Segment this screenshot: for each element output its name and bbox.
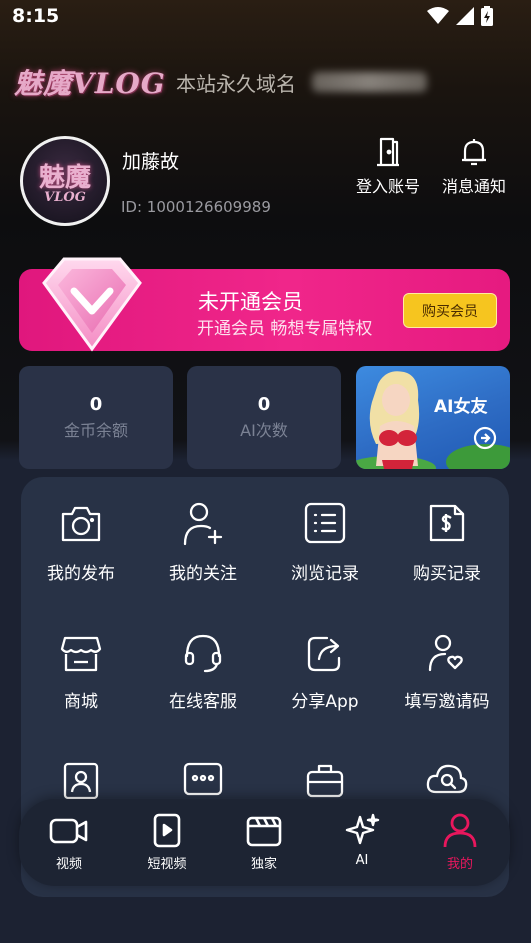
- nav-label: 视频: [55, 857, 82, 872]
- user-id: ID: 1000126609989: [121, 198, 271, 216]
- short-video-icon: [153, 813, 181, 848]
- coin-balance-label: 金币余额: [63, 421, 128, 440]
- coin-balance-value: 0: [89, 394, 103, 415]
- coin-balance-card[interactable]: 0 金币余额: [19, 366, 173, 469]
- domain-value-blurred: [312, 72, 427, 92]
- list-icon: [304, 502, 346, 544]
- avatar-logo-line1: 魅魔: [38, 163, 91, 193]
- share-icon: [307, 636, 341, 672]
- menu-label: 在线客服: [169, 692, 237, 712]
- video-icon: [49, 818, 88, 844]
- menu-label: 我的发布: [47, 564, 115, 584]
- nav-tab-mine[interactable]: 我的: [415, 812, 505, 872]
- status-time: 8:15: [12, 5, 60, 27]
- menu-item-purchases[interactable]: 购买记录: [386, 500, 508, 584]
- menu-item-share-app[interactable]: 分享App: [264, 632, 386, 712]
- camera-icon: [61, 506, 101, 542]
- ai-girlfriend-illustration: [356, 371, 510, 469]
- clapper-icon: [246, 816, 282, 847]
- ai-count-value: 0: [257, 394, 271, 415]
- domain-label: 本站永久域名: [176, 72, 296, 96]
- menu-label: 浏览记录: [291, 564, 359, 584]
- menu-item-store[interactable]: 商城: [20, 632, 142, 712]
- user-heart-icon: [428, 634, 463, 672]
- cloud-search-icon: [426, 764, 468, 794]
- menu-label: 商城: [64, 692, 98, 712]
- vip-subtitle: 开通会员 畅想专属特权: [197, 319, 373, 339]
- notifications-button[interactable]: 消息通知: [434, 136, 514, 197]
- user-icon: [443, 813, 477, 848]
- menu-label: 填写邀请码: [404, 692, 490, 712]
- menu-label: 购买记录: [413, 564, 481, 584]
- buy-vip-button[interactable]: 购买会员: [403, 293, 497, 328]
- ai-girlfriend-card[interactable]: AI女友: [356, 366, 510, 469]
- ai-girlfriend-label: AI女友: [434, 397, 488, 417]
- menu-label: 我的关注: [169, 564, 237, 584]
- signal-icon: [456, 7, 474, 25]
- login-account-label: 登入账号: [355, 177, 420, 196]
- avatar-logo-line2: VLOG: [44, 190, 86, 205]
- nav-label: 独家: [250, 857, 277, 872]
- menu-item-invite-code[interactable]: 填写邀请码: [386, 632, 508, 712]
- headset-icon: [184, 634, 222, 673]
- nav-label: AI: [355, 853, 369, 868]
- vip-title: 未开通会员: [198, 290, 303, 314]
- ai-count-card[interactable]: 0 AI次数: [187, 366, 341, 469]
- nav-tab-exclusive[interactable]: 独家: [219, 812, 309, 872]
- store-icon: [60, 636, 102, 672]
- notifications-label: 消息通知: [441, 177, 506, 196]
- menu-label: 分享App: [291, 692, 359, 712]
- bell-icon: [462, 139, 486, 166]
- door-icon: [377, 137, 399, 167]
- contact-card-icon: [63, 762, 99, 800]
- user-plus-icon: [183, 502, 223, 546]
- vip-diamond-icon: [42, 257, 142, 352]
- login-account-button[interactable]: 登入账号: [348, 136, 428, 197]
- wifi-icon: [427, 7, 449, 24]
- nav-label: 我的: [446, 857, 473, 872]
- menu-item-my-posts[interactable]: 我的发布: [20, 500, 142, 584]
- nav-tab-short-video[interactable]: 短视频: [122, 812, 212, 872]
- username: 加藤故: [122, 151, 180, 173]
- status-icons: [427, 6, 493, 26]
- sparkle-icon: [345, 813, 380, 845]
- group-icon: [183, 762, 223, 796]
- menu-item-customer-service[interactable]: 在线客服: [142, 632, 264, 712]
- avatar[interactable]: 魅魔 VLOG: [20, 136, 110, 226]
- menu-item-my-follows[interactable]: 我的关注: [142, 500, 264, 584]
- site-logo: 魅魔VLOG: [14, 67, 166, 100]
- battery-charging-icon: [481, 6, 493, 26]
- menu-item-history[interactable]: 浏览记录: [264, 500, 386, 584]
- nav-tab-ai[interactable]: AI: [317, 812, 407, 868]
- nav-tab-video[interactable]: 视频: [24, 812, 114, 872]
- receipt-icon: [429, 504, 465, 542]
- arrow-right-circle-icon: [473, 426, 497, 450]
- nav-label: 短视频: [147, 857, 187, 872]
- ai-count-label: AI次数: [240, 421, 288, 440]
- briefcase-icon: [306, 764, 344, 798]
